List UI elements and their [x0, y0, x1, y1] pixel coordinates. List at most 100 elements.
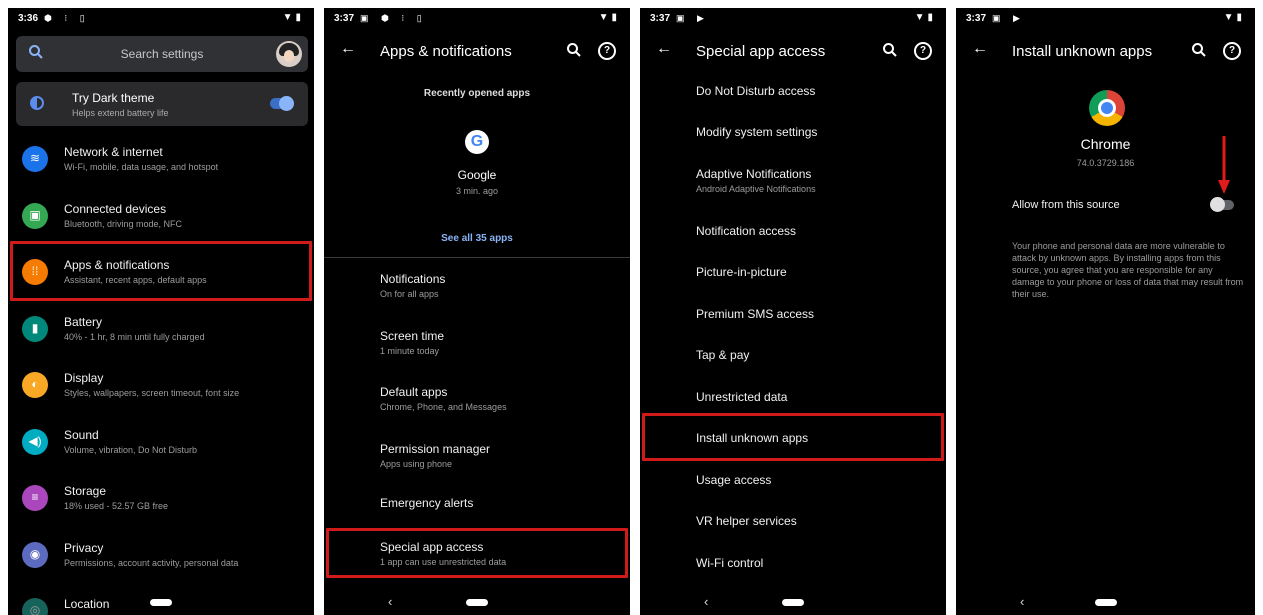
list-item-modify-system-settings[interactable]: Modify system settings	[696, 125, 817, 139]
back-nav-icon[interactable]: ‹	[1020, 594, 1024, 609]
avatar[interactable]	[276, 41, 302, 67]
list-item-notification-access[interactable]: Notification access	[696, 224, 796, 238]
item-subtitle: Wi-Fi, mobile, data usage, and hotspot	[64, 162, 219, 172]
item-subtitle: 1 minute today	[380, 346, 440, 356]
help-icon[interactable]: ?	[914, 42, 932, 60]
app-version: 74.0.3729.186	[1076, 158, 1135, 168]
back-arrow-icon[interactable]: ←	[656, 40, 672, 58]
page-title: Apps & notifications	[380, 43, 512, 60]
notification-icons: ▣ ▶	[992, 13, 1025, 23]
item-title: Battery	[64, 315, 103, 329]
status-bar: 3:36 ⬢ ⁝ ▯ ▼▮	[8, 8, 314, 30]
recent-app-name: Google	[457, 168, 497, 182]
notification-icons: ▣ ⬢ ⁝ ▯	[360, 13, 427, 23]
item-title: Network & internet	[64, 145, 163, 159]
special-app-access-screen: 3:37 ▣ ▶ ▼▮ ← Special app access ? Do No…	[640, 8, 946, 615]
divider	[324, 257, 630, 258]
settings-item-connected-devices[interactable]: ▣ Connected devices Bluetooth, driving m…	[8, 193, 314, 243]
allow-from-source-toggle[interactable]	[1210, 197, 1234, 212]
search-settings-bar[interactable]: Search settings	[16, 36, 308, 72]
item-title: Permission manager	[380, 442, 491, 456]
item-title: Privacy	[64, 541, 104, 555]
sound-icon: ◀)	[22, 429, 48, 455]
help-icon[interactable]: ?	[598, 42, 616, 60]
search-icon[interactable]	[566, 42, 582, 58]
settings-screen: 3:36 ⬢ ⁝ ▯ ▼▮ Search settings Try Dark t…	[8, 8, 314, 615]
item-subtitle: Permissions, account activity, personal …	[64, 558, 239, 568]
settings-item-sound[interactable]: ◀) Sound Volume, vibration, Do Not Distu…	[8, 419, 314, 469]
status-time: 3:37	[966, 13, 987, 24]
back-nav-icon[interactable]: ‹	[388, 594, 392, 609]
item-title: Sound	[64, 428, 99, 442]
settings-item-storage[interactable]: ≡ Storage 18% used - 52.57 GB free	[8, 475, 314, 525]
list-item-default-apps[interactable]: Default apps Chrome, Phone, and Messages	[324, 377, 630, 427]
status-bar: 3:37 ▣ ▶ ▼▮	[640, 8, 946, 30]
status-bar: 3:37 ▣ ▶ ▼▮	[956, 8, 1255, 30]
help-icon[interactable]: ?	[1223, 42, 1241, 60]
list-item-wifi-control[interactable]: Wi-Fi control	[696, 556, 763, 570]
page-title: Special app access	[696, 43, 826, 60]
navigation-bar: ‹	[324, 591, 630, 615]
item-title: Display	[64, 371, 104, 385]
google-app-icon[interactable]: G	[465, 130, 489, 154]
home-pill[interactable]	[466, 599, 488, 606]
highlight-box	[642, 413, 944, 461]
app-bar: ← Install unknown apps ?	[956, 34, 1255, 70]
chrome-app-icon	[1089, 90, 1125, 126]
page-title: Install unknown apps	[1012, 43, 1153, 60]
list-item-vr-helper-services[interactable]: VR helper services	[696, 514, 797, 528]
search-placeholder: Search settings	[120, 47, 204, 61]
settings-item-privacy[interactable]: ◉ Privacy Permissions, account activity,…	[8, 532, 314, 582]
highlight-box	[326, 528, 628, 578]
home-pill[interactable]	[150, 599, 172, 606]
list-item-usage-access[interactable]: Usage access	[696, 473, 771, 487]
status-time: 3:36	[18, 13, 39, 24]
search-icon[interactable]	[1191, 42, 1207, 58]
dark-theme-icon	[30, 96, 44, 110]
security-warning-text: Your phone and personal data are more vu…	[1012, 241, 1244, 299]
app-bar: ← Special app access ?	[640, 34, 946, 70]
navigation-bar: ‹	[640, 591, 946, 615]
list-item-adaptive-notifications[interactable]: Adaptive Notifications	[696, 167, 811, 181]
display-icon: ◐	[22, 372, 48, 398]
list-item-do-not-disturb-access[interactable]: Do Not Disturb access	[696, 84, 815, 98]
highlight-box	[10, 241, 312, 301]
apps-notifications-screen: 3:37 ▣ ⬢ ⁝ ▯ ▼▮ ← Apps & notifications ?…	[324, 8, 630, 615]
item-subtitle: Styles, wallpapers, screen timeout, font…	[64, 388, 240, 398]
list-item-tap-and-pay[interactable]: Tap & pay	[696, 348, 749, 362]
dark-theme-title: Try Dark theme	[72, 91, 155, 105]
settings-item-display[interactable]: ◐ Display Styles, wallpapers, screen tim…	[8, 362, 314, 412]
app-name: Chrome	[1080, 136, 1131, 152]
item-subtitle: Bluetooth, driving mode, NFC	[64, 219, 183, 229]
item-subtitle: Chrome, Phone, and Messages	[380, 402, 507, 412]
see-all-apps-link[interactable]: See all 35 apps	[324, 233, 630, 244]
list-item-picture-in-picture[interactable]: Picture-in-picture	[696, 265, 787, 279]
back-arrow-icon[interactable]: ←	[340, 40, 356, 58]
dark-theme-suggestion[interactable]: Try Dark theme Helps extend battery life	[16, 82, 308, 126]
item-subtitle: Volume, vibration, Do Not Disturb	[64, 445, 198, 455]
item-title: Screen time	[380, 329, 445, 343]
list-item-unrestricted-data[interactable]: Unrestricted data	[696, 390, 787, 404]
home-pill[interactable]	[782, 599, 804, 606]
status-time: 3:37	[650, 13, 671, 24]
item-title: Connected devices	[64, 202, 167, 216]
signal-battery-icon: ▼▮	[1223, 12, 1245, 23]
back-nav-icon[interactable]: ‹	[704, 594, 708, 609]
list-item-notifications[interactable]: Notifications On for all apps	[324, 264, 630, 314]
home-pill[interactable]	[1094, 599, 1117, 606]
list-item-premium-sms-access[interactable]: Premium SMS access	[696, 307, 814, 321]
red-arrow-annotation-icon	[1218, 136, 1230, 194]
navigation-bar: ‹	[956, 591, 1255, 615]
item-subtitle: Android Adaptive Notifications	[696, 184, 816, 194]
back-arrow-icon[interactable]: ←	[972, 40, 988, 58]
allow-from-source-label: Allow from this source	[1012, 199, 1120, 211]
status-bar: 3:37 ▣ ⬢ ⁝ ▯ ▼▮	[324, 8, 630, 30]
search-icon[interactable]	[882, 42, 898, 58]
settings-item-network[interactable]: ≋ Network & internet Wi-Fi, mobile, data…	[8, 136, 314, 186]
wifi-icon: ≋	[22, 146, 48, 172]
list-item-screen-time[interactable]: Screen time 1 minute today	[324, 321, 630, 371]
signal-battery-icon: ▼▮	[598, 12, 620, 23]
list-item-permission-manager[interactable]: Permission manager Apps using phone	[324, 434, 630, 484]
dark-theme-toggle[interactable]	[270, 96, 294, 111]
settings-item-battery[interactable]: ▮ Battery 40% - 1 hr, 8 min until fully …	[8, 306, 314, 356]
